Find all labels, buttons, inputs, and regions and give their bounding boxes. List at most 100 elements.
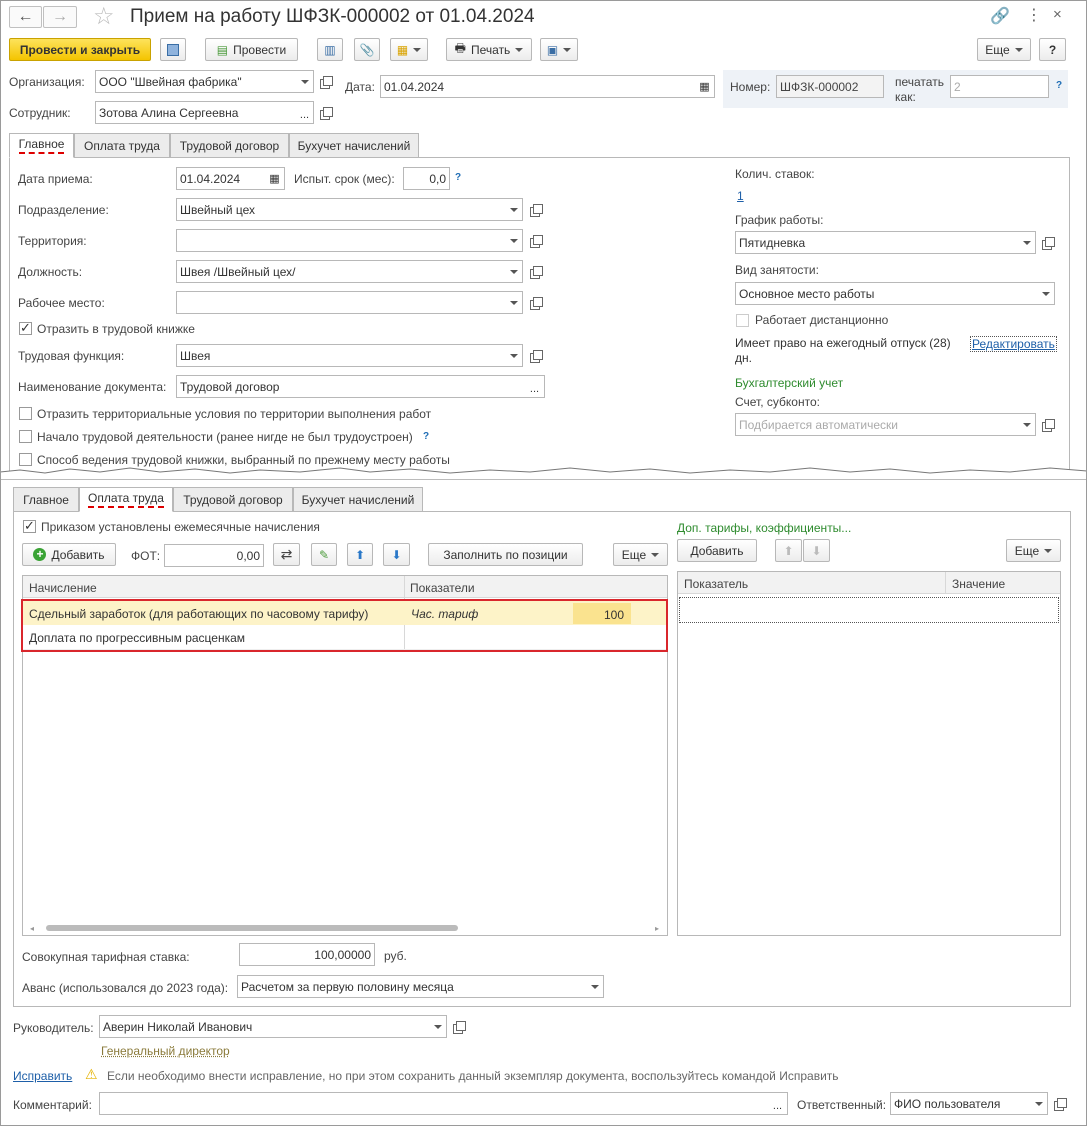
extra-title[interactable]: Доп. тарифы, коэффициенты... bbox=[677, 521, 851, 535]
hire-date-field[interactable]: 01.04.2024 bbox=[176, 167, 266, 190]
head-dropdown[interactable] bbox=[429, 1015, 447, 1038]
link-icon[interactable]: 🔗 bbox=[990, 6, 1010, 26]
help-button[interactable]: ? bbox=[1039, 38, 1066, 61]
nav-forward-button[interactable]: → bbox=[43, 6, 77, 28]
position-open-icon[interactable] bbox=[527, 263, 544, 280]
fill-by-position-button[interactable]: Заполнить по позиции bbox=[428, 543, 583, 566]
resp-dropdown[interactable] bbox=[1030, 1092, 1048, 1115]
employee-select-button[interactable]: ... bbox=[296, 101, 314, 124]
tab-contract[interactable]: Трудовой договор bbox=[170, 133, 289, 158]
account-open-icon[interactable] bbox=[1039, 416, 1056, 433]
function-open-icon[interactable] bbox=[527, 347, 544, 364]
territory-dropdown[interactable] bbox=[505, 229, 523, 252]
add-accrual-button[interactable]: + Добавить bbox=[22, 543, 116, 566]
date-field[interactable]: 01.04.2024 bbox=[380, 75, 696, 98]
more-vert-icon[interactable]: ⋮ bbox=[1026, 5, 1042, 25]
workplace-field[interactable] bbox=[176, 291, 506, 314]
book-checkbox[interactable] bbox=[19, 320, 32, 336]
tab-main[interactable]: Главное bbox=[9, 133, 74, 158]
tab-payment[interactable]: Оплата труда bbox=[74, 133, 170, 158]
scroll-thumb[interactable] bbox=[46, 925, 458, 931]
nav-back-button[interactable]: ← bbox=[9, 6, 42, 28]
save-button[interactable] bbox=[160, 38, 186, 61]
pay-more-button[interactable]: Еще bbox=[613, 543, 668, 566]
territory-open-icon[interactable] bbox=[527, 232, 544, 249]
close-icon[interactable]: × bbox=[1053, 6, 1062, 23]
function-dropdown[interactable] bbox=[505, 344, 523, 367]
post-button[interactable]: ▤ Провести bbox=[205, 38, 298, 61]
fot-field[interactable]: 0,00 bbox=[164, 544, 264, 567]
rates-link[interactable]: 1 bbox=[737, 189, 744, 203]
head-open-icon[interactable] bbox=[450, 1018, 467, 1035]
org-open-icon[interactable] bbox=[317, 73, 334, 90]
tab-accounting[interactable]: Бухучет начислений bbox=[289, 133, 419, 158]
extra-add-button[interactable]: Добавить bbox=[677, 539, 757, 562]
dept-dropdown[interactable] bbox=[505, 198, 523, 221]
schedule-dropdown[interactable] bbox=[1018, 231, 1036, 254]
extra-more-button[interactable]: Еще bbox=[1006, 539, 1061, 562]
org-field[interactable]: ООО "Швейная фабрика" bbox=[95, 70, 297, 93]
tab-payment-2[interactable]: Оплата труда bbox=[79, 487, 173, 512]
start-help-icon[interactable]: ? bbox=[423, 431, 429, 442]
print-as-field[interactable]: 2 bbox=[950, 75, 1049, 98]
comment-field[interactable] bbox=[99, 1092, 769, 1115]
edit-button[interactable]: ✎ bbox=[311, 543, 337, 566]
vacation-edit-link[interactable]: Редактировать bbox=[970, 336, 1057, 352]
extra-up-button[interactable]: ⬆ bbox=[775, 539, 802, 562]
comment-select-button[interactable]: ... bbox=[768, 1092, 788, 1115]
calendar-icon[interactable]: ▦ bbox=[695, 75, 715, 98]
monthly-checkbox[interactable] bbox=[23, 518, 36, 534]
position-dropdown[interactable] bbox=[505, 260, 523, 283]
org-dropdown[interactable] bbox=[296, 70, 314, 93]
monthly-check-label: Приказом установлены ежемесячные начисле… bbox=[41, 520, 320, 534]
tab-accounting-2[interactable]: Бухучет начислений bbox=[293, 487, 423, 512]
position-field[interactable]: Швея /Швейный цех/ bbox=[176, 260, 506, 283]
employment-field[interactable]: Основное место работы bbox=[735, 282, 1038, 305]
employee-open-icon[interactable] bbox=[317, 104, 334, 121]
help-icon[interactable]: ? bbox=[1056, 80, 1062, 91]
tab-main-2[interactable]: Главное bbox=[13, 487, 79, 512]
advance-dropdown[interactable] bbox=[586, 975, 604, 998]
extra-down-button[interactable]: ⬇ bbox=[803, 539, 830, 562]
post-and-close-button[interactable]: Провести и закрыть bbox=[9, 38, 151, 61]
probation-field[interactable]: 0,0 bbox=[403, 167, 450, 190]
more-button[interactable]: Еще bbox=[977, 38, 1031, 61]
list-button[interactable]: ▥ bbox=[317, 38, 343, 61]
employee-field[interactable]: Зотова Алина Сергеевна bbox=[95, 101, 297, 124]
docname-field[interactable]: Трудовой договор bbox=[176, 375, 526, 398]
move-down-button[interactable]: ⬇ bbox=[383, 543, 410, 566]
workplace-dropdown[interactable] bbox=[505, 291, 523, 314]
total-rate-field[interactable]: 100,00000 bbox=[239, 943, 375, 966]
print-button[interactable]: 🖶 Печать bbox=[446, 38, 532, 61]
create-based-button[interactable]: ▦ bbox=[390, 38, 428, 61]
fix-link[interactable]: Исправить bbox=[13, 1069, 72, 1083]
number-field[interactable]: ШФЗК-000002 bbox=[776, 75, 884, 98]
account-dropdown[interactable] bbox=[1018, 413, 1036, 436]
probation-help-icon[interactable]: ? bbox=[455, 172, 461, 183]
move-up-button[interactable]: ⬆ bbox=[347, 543, 373, 566]
attach-button[interactable]: 📎 bbox=[354, 38, 380, 61]
dept-field[interactable]: Швейный цех bbox=[176, 198, 506, 221]
account-field[interactable]: Подбирается автоматически bbox=[735, 413, 1019, 436]
tab-contract-2[interactable]: Трудовой договор bbox=[173, 487, 293, 512]
star-icon[interactable]: ☆ bbox=[93, 2, 115, 31]
terr-checkbox[interactable] bbox=[19, 407, 32, 420]
schedule-field[interactable]: Пятидневка bbox=[735, 231, 1019, 254]
refresh-button[interactable]: ⇄ bbox=[273, 543, 300, 566]
extra-empty-row[interactable] bbox=[679, 597, 1059, 623]
advance-field[interactable]: Расчетом за первую половину месяца bbox=[237, 975, 587, 998]
remote-checkbox[interactable] bbox=[736, 314, 749, 327]
report-button[interactable]: ▣ bbox=[540, 38, 578, 61]
resp-open-icon[interactable] bbox=[1051, 1095, 1068, 1112]
territory-field[interactable] bbox=[176, 229, 506, 252]
resp-field[interactable]: ФИО пользователя bbox=[890, 1092, 1031, 1115]
workplace-open-icon[interactable] bbox=[527, 294, 544, 311]
docname-select-button[interactable]: ... bbox=[525, 375, 545, 398]
dept-open-icon[interactable] bbox=[527, 201, 544, 218]
employment-dropdown[interactable] bbox=[1037, 282, 1055, 305]
hire-calendar-icon[interactable]: ▦ bbox=[265, 167, 285, 190]
head-field[interactable]: Аверин Николай Иванович bbox=[99, 1015, 430, 1038]
start-checkbox[interactable] bbox=[19, 430, 32, 443]
schedule-open-icon[interactable] bbox=[1039, 234, 1056, 251]
function-field[interactable]: Швея bbox=[176, 344, 506, 367]
